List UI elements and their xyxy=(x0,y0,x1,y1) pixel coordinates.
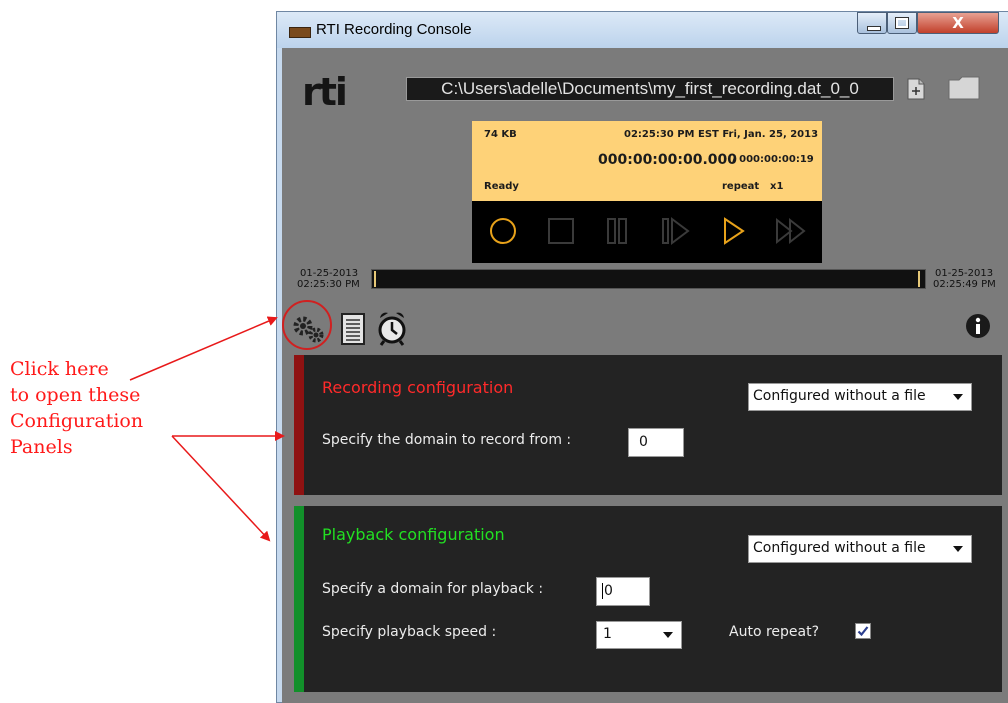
status-display: 74 KB 02:25:30 PM EST Fri, Jan. 25, 2013… xyxy=(472,121,822,201)
display-timestamp: 02:25:30 PM EST Fri, Jan. 25, 2013 xyxy=(624,129,819,140)
text-cursor xyxy=(602,583,603,599)
alarm-clock-icon[interactable] xyxy=(376,310,408,346)
chevron-down-icon xyxy=(663,632,673,638)
timeline-end-time: 02:25:49 PM xyxy=(933,279,996,290)
chevron-down-icon xyxy=(953,394,963,400)
recording-mode-value: Configured without a file xyxy=(753,388,926,404)
timeline-start-time: 02:25:30 PM xyxy=(297,279,360,290)
total-time: / 000:00:00:19 xyxy=(732,154,814,165)
elapsed-time: 000:00:00:00.000 xyxy=(598,152,738,168)
record-icon[interactable] xyxy=(486,214,520,248)
transport-controls xyxy=(472,201,822,263)
recording-mode-dropdown[interactable]: Configured without a file xyxy=(748,383,972,411)
playback-speed-dropdown[interactable]: 1 xyxy=(596,621,682,649)
pause-icon[interactable] xyxy=(600,214,634,248)
repeat-indicator: repeat xyxy=(722,181,760,192)
timeline-end-date: 01-25-2013 xyxy=(935,268,994,279)
maximize-icon xyxy=(895,17,909,29)
checkmark-icon xyxy=(857,626,869,637)
annotation-text: Click here to open these Configuration P… xyxy=(10,356,143,460)
window-title: RTI Recording Console xyxy=(316,21,472,38)
highlight-circle xyxy=(282,300,332,350)
folder-icon[interactable] xyxy=(948,76,980,100)
app-icon xyxy=(289,27,311,38)
annotation-line: to open these xyxy=(10,384,141,406)
playback-domain-label: Specify a domain for playback : xyxy=(322,581,544,597)
fast-forward-icon[interactable] xyxy=(774,214,808,248)
playback-config-title: Playback configuration xyxy=(322,525,505,544)
playback-mode-value: Configured without a file xyxy=(753,540,926,556)
file-size: 74 KB xyxy=(484,129,517,140)
speed-indicator: x1 xyxy=(770,181,784,192)
timeline-slider[interactable] xyxy=(371,269,926,289)
rti-logo: rti xyxy=(302,70,348,114)
notes-icon[interactable] xyxy=(340,312,366,346)
info-icon[interactable] xyxy=(965,313,991,339)
annotation-line: Configuration xyxy=(10,410,144,432)
playback-domain-value: 0 xyxy=(604,583,613,599)
minimize-button[interactable] xyxy=(857,12,887,34)
annotation-line: Panels xyxy=(10,436,73,458)
recording-config-title: Recording configuration xyxy=(322,378,514,397)
auto-repeat-label: Auto repeat? xyxy=(729,624,820,640)
file-path-field[interactable]: C:\Users\adelle\Documents\my_first_recor… xyxy=(406,77,894,101)
record-domain-label: Specify the domain to record from : xyxy=(322,432,572,448)
recording-panel-stripe xyxy=(294,355,304,495)
play-icon[interactable] xyxy=(716,214,750,248)
playback-panel-stripe xyxy=(294,506,304,692)
annotation-line: Click here xyxy=(10,358,109,380)
new-file-icon[interactable] xyxy=(907,78,925,100)
playback-speed-label: Specify playback speed : xyxy=(322,624,497,640)
record-domain-input[interactable]: 0 xyxy=(628,428,684,457)
close-button[interactable]: X xyxy=(917,12,999,34)
stop-icon[interactable] xyxy=(544,214,578,248)
chevron-down-icon xyxy=(953,546,963,552)
timeline-start-handle[interactable] xyxy=(374,271,376,287)
playback-speed-value: 1 xyxy=(603,626,612,642)
step-icon[interactable] xyxy=(658,214,692,248)
playback-mode-dropdown[interactable]: Configured without a file xyxy=(748,535,972,563)
playback-domain-input[interactable]: 0 xyxy=(596,577,650,606)
recording-config-panel xyxy=(294,355,1002,495)
maximize-button[interactable] xyxy=(887,12,917,34)
status-text: Ready xyxy=(484,181,519,192)
timeline-end-handle[interactable] xyxy=(918,271,920,287)
auto-repeat-checkbox[interactable] xyxy=(855,623,871,639)
timeline-start-date: 01-25-2013 xyxy=(300,268,359,279)
minimize-icon xyxy=(867,26,881,31)
